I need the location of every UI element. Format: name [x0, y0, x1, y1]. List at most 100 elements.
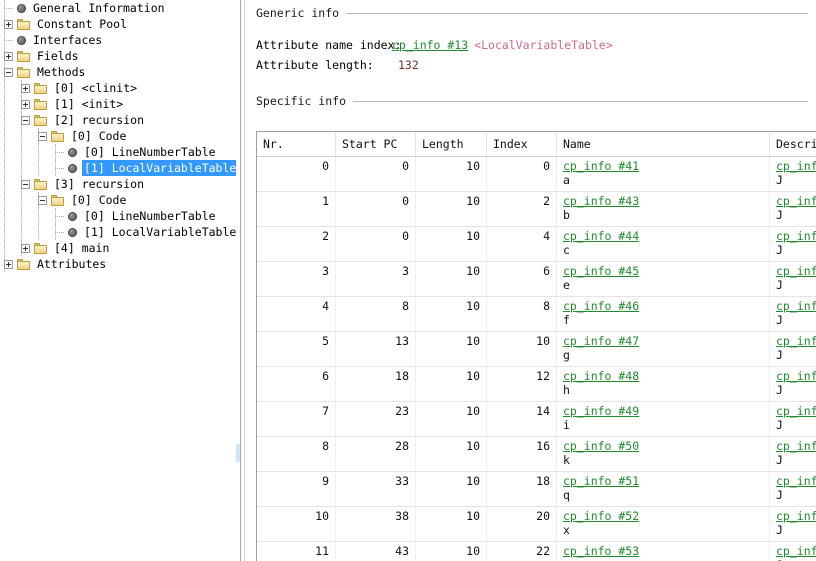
tree-item[interactable]: [0] LineNumberTable [0, 208, 236, 224]
table-row[interactable]: 33106cp_info #45ecp_info #42J [257, 262, 816, 297]
tree-guide-line [4, 96, 6, 112]
cp-info-link[interactable]: cp_info #13 [392, 38, 468, 52]
cp-info-link[interactable]: cp_info #52 [563, 509, 763, 523]
tree-item-label: [2] recursion [52, 112, 146, 128]
table-row[interactable]: 48108cp_info #46fcp_info #42J [257, 297, 816, 332]
scrollbar-thumb[interactable] [236, 444, 240, 462]
cell-name: cp_info #51q [557, 472, 770, 507]
expand-icon[interactable] [21, 84, 30, 93]
tree-item[interactable]: [1] LocalVariableTable [0, 160, 236, 176]
table-row[interactable]: 5131010cp_info #47gcp_info #42J [257, 332, 816, 367]
tree-item-label: [1] LocalVariableTable [82, 224, 236, 240]
cp-info-link[interactable]: cp_info #42 [776, 474, 816, 488]
column-header-descriptor[interactable]: Descriptor [770, 132, 816, 157]
cell-name: cp_info #43b [557, 192, 770, 227]
tree-elbow [4, 0, 17, 16]
cp-info-link[interactable]: cp_info #42 [776, 334, 816, 348]
table-row[interactable]: 6181012cp_info #48hcp_info #42J [257, 367, 816, 402]
cell-nr: 1 [257, 192, 336, 227]
table-row[interactable]: 10102cp_info #43bcp_info #42J [257, 192, 816, 227]
cell-nr: 6 [257, 367, 336, 402]
local-variable-table-container[interactable]: Nr. Start PC Length Index Name Descripto… [256, 131, 816, 561]
collapse-icon[interactable] [38, 132, 47, 141]
cp-info-link[interactable]: cp_info #43 [563, 194, 763, 208]
cp-info-link[interactable]: cp_info #47 [563, 334, 763, 348]
cell-index: 14 [487, 402, 557, 437]
cp-info-link[interactable]: cp_info #45 [563, 264, 763, 278]
tree-item[interactable]: [3] recursion [0, 176, 236, 192]
tree-item[interactable]: Interfaces [0, 32, 236, 48]
expand-icon[interactable] [4, 260, 13, 269]
cp-info-link[interactable]: cp_info #42 [776, 159, 816, 173]
collapse-icon[interactable] [21, 116, 30, 125]
folder-icon [51, 131, 64, 142]
table-row[interactable]: 20104cp_info #44ccp_info #42J [257, 227, 816, 262]
cell-name-value: q [563, 488, 763, 502]
collapse-icon[interactable] [38, 196, 47, 205]
expand-icon[interactable] [21, 244, 30, 253]
tree-item[interactable]: [4] main [0, 240, 236, 256]
tree-item[interactable]: General Information [0, 0, 236, 16]
cp-info-link[interactable]: cp_info #48 [563, 369, 763, 383]
expand-icon[interactable] [21, 100, 30, 109]
panel-splitter[interactable] [236, 0, 250, 561]
column-header-name[interactable]: Name [557, 132, 770, 157]
table-row[interactable]: 11431022cp_info #53ycp_info #42J [257, 542, 816, 561]
tree-item[interactable]: Methods [0, 64, 236, 80]
cp-info-link[interactable]: cp_info #42 [776, 194, 816, 208]
cell-index: 16 [487, 437, 557, 472]
tree-item[interactable]: [0] LineNumberTable [0, 144, 236, 160]
tree-item[interactable]: [0] Code [0, 192, 236, 208]
table-row[interactable]: 7231014cp_info #49icp_info #42J [257, 402, 816, 437]
cp-info-link[interactable]: cp_info #42 [776, 369, 816, 383]
cp-info-link[interactable]: cp_info #51 [563, 474, 763, 488]
collapse-icon[interactable] [21, 180, 30, 189]
table-row[interactable]: 10381020cp_info #52xcp_info #42J [257, 507, 816, 542]
cp-info-link[interactable]: cp_info #46 [563, 299, 763, 313]
cp-info-link[interactable]: cp_info #42 [776, 229, 816, 243]
attribute-detail-panel: Generic info Attribute name index: cp_in… [250, 0, 816, 561]
cell-name-value: c [563, 243, 763, 257]
collapse-icon[interactable] [4, 68, 13, 77]
tree-item[interactable]: [2] recursion [0, 112, 236, 128]
cp-info-link[interactable]: cp_info #41 [563, 159, 763, 173]
cp-info-link[interactable]: cp_info #44 [563, 229, 763, 243]
dot-icon [68, 212, 77, 221]
cp-info-link[interactable]: cp_info #42 [776, 509, 816, 523]
cp-info-link[interactable]: cp_info #42 [776, 404, 816, 418]
cell-name-value: h [563, 383, 763, 397]
tree-item-label: [4] main [52, 240, 111, 256]
expand-icon[interactable] [4, 20, 13, 29]
column-header-index[interactable]: Index [487, 132, 557, 157]
cell-name: cp_info #53y [557, 542, 770, 561]
structure-tree-panel[interactable]: General InformationConstant PoolInterfac… [0, 0, 236, 561]
tree-guide-line [21, 208, 23, 224]
cp-info-link[interactable]: cp_info #42 [776, 299, 816, 313]
cp-info-link[interactable]: cp_info #50 [563, 439, 763, 453]
tree-item[interactable]: [1] <init> [0, 96, 236, 112]
cell-descriptor-value: J [776, 383, 816, 397]
tree-item[interactable]: [1] LocalVariableTable [0, 224, 236, 240]
tree-item[interactable]: Fields [0, 48, 236, 64]
cp-info-link[interactable]: cp_info #53 [563, 544, 763, 558]
cp-info-link[interactable]: cp_info #42 [776, 264, 816, 278]
column-header-length[interactable]: Length [416, 132, 487, 157]
table-row[interactable]: 00100cp_info #41acp_info #42J [257, 157, 816, 192]
cell-name: cp_info #48h [557, 367, 770, 402]
cp-info-link[interactable]: cp_info #49 [563, 404, 763, 418]
expand-icon[interactable] [4, 52, 13, 61]
cp-info-link[interactable]: cp_info #42 [776, 544, 816, 558]
tree-item[interactable]: Constant Pool [0, 16, 236, 32]
column-header-start-pc[interactable]: Start PC [336, 132, 416, 157]
cp-info-link[interactable]: cp_info #42 [776, 439, 816, 453]
cell-nr: 2 [257, 227, 336, 262]
tree-item[interactable]: [0] Code [0, 128, 236, 144]
tree-item[interactable]: [0] <clinit> [0, 80, 236, 96]
tree-item[interactable]: Attributes [0, 256, 236, 272]
tree-guide-line [4, 176, 6, 192]
table-row[interactable]: 9331018cp_info #51qcp_info #42J [257, 472, 816, 507]
column-header-nr[interactable]: Nr. [257, 132, 336, 157]
cell-index: 4 [487, 227, 557, 262]
table-row[interactable]: 8281016cp_info #50kcp_info #42J [257, 437, 816, 472]
cell-descriptor-value: J [776, 348, 816, 362]
